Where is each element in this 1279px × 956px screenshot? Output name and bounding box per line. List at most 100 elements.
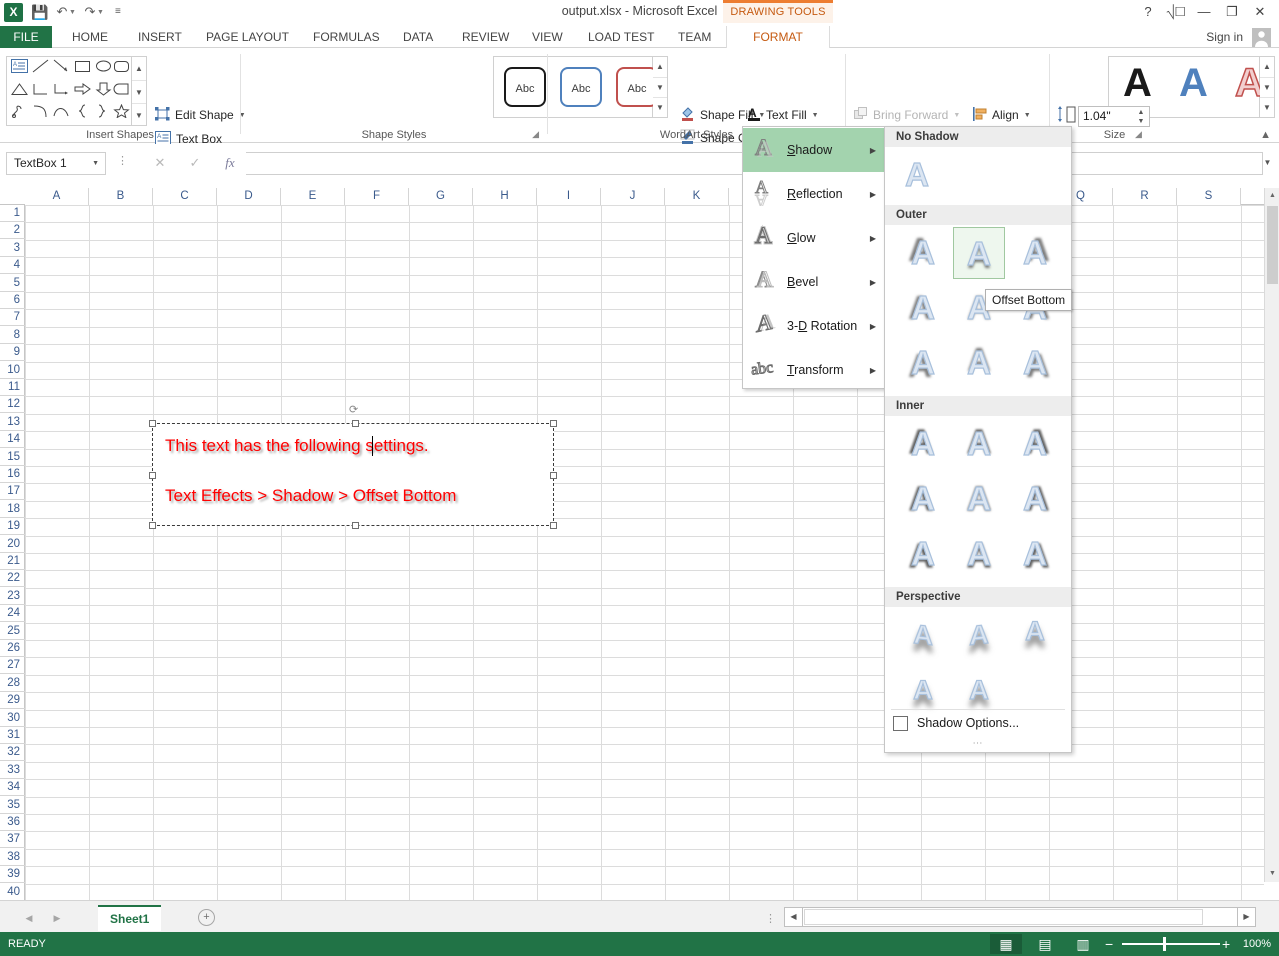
row-header-3[interactable]: 3 — [0, 240, 25, 257]
shape-right-arrow-icon[interactable] — [72, 82, 93, 104]
shape-left-brace-icon[interactable] — [72, 104, 93, 126]
shadow-preset-inner-6[interactable]: A — [1009, 473, 1061, 525]
text-fill-dropdown-icon[interactable]: ▼ — [812, 112, 819, 119]
row-header-16[interactable]: 16 — [0, 466, 25, 483]
tab-view[interactable]: VIEW — [522, 26, 573, 48]
vertical-scrollbar[interactable]: ▲ ▼ — [1264, 188, 1279, 882]
zoom-out-button[interactable]: − — [1105, 932, 1113, 956]
tab-format[interactable]: FORMAT — [726, 26, 830, 48]
column-header-S[interactable]: S — [1177, 188, 1241, 205]
minimize-icon[interactable]: — — [1191, 2, 1217, 22]
row-header-19[interactable]: 19 — [0, 518, 25, 536]
bring-forward-button[interactable]: Bring Forward ▼ — [851, 104, 963, 126]
row-header-35[interactable]: 35 — [0, 797, 25, 814]
zoom-slider-thumb[interactable] — [1163, 937, 1166, 951]
row-header-6[interactable]: 6 — [0, 292, 25, 309]
row-header-31[interactable]: 31 — [0, 727, 25, 744]
tab-file[interactable]: FILE — [0, 26, 52, 48]
shadow-preset-none[interactable]: A — [891, 149, 943, 201]
size-dialog-launcher[interactable]: ◢ — [1135, 129, 1142, 140]
row-header-15[interactable]: 15 — [0, 449, 25, 466]
horizontal-scrollbar[interactable]: ◀ ▶ — [784, 907, 1256, 927]
shapes-scroll-down-icon[interactable]: ▼ — [132, 80, 146, 103]
shapes-scroll-up-icon[interactable]: ▲ — [132, 57, 146, 80]
row-header-23[interactable]: 23 — [0, 588, 25, 605]
row-header-1[interactable]: 1 — [0, 205, 25, 222]
shadow-preset-perspective-2[interactable]: A — [953, 609, 1005, 661]
shadow-preset-outer-3[interactable]: A — [1009, 227, 1061, 279]
tab-review[interactable]: REVIEW — [452, 26, 519, 48]
shadow-preset-outer-2[interactable]: A — [953, 227, 1005, 279]
shape-styles-dialog-launcher[interactable]: ◢ — [532, 129, 539, 140]
shape-style-thumb-1[interactable]: Abc — [504, 67, 546, 107]
column-header-C[interactable]: C — [153, 188, 217, 205]
name-box[interactable]: TextBox 1 ▼ — [6, 152, 106, 175]
page-break-preview-icon[interactable]: ▥ — [1067, 934, 1099, 954]
row-header-39[interactable]: 39 — [0, 866, 25, 884]
shadow-preset-inner-7[interactable]: A — [897, 528, 949, 580]
worksheet-grid[interactable]: ABCDEFGHIJKLMNOPQRS 12345678910111213141… — [0, 188, 1279, 900]
menu-item-glow[interactable]: A A Glow ▶ — [743, 216, 885, 260]
align-button[interactable]: Align ▼ — [970, 104, 1034, 126]
row-header-9[interactable]: 9 — [0, 344, 25, 362]
name-box-dropdown-icon[interactable]: ▼ — [92, 153, 99, 174]
row-header-26[interactable]: 26 — [0, 640, 25, 657]
help-icon[interactable]: ? — [1135, 2, 1161, 22]
menu-item-reflection[interactable]: A A Reflection ▶ — [743, 172, 885, 216]
resize-handle-w[interactable] — [149, 472, 156, 479]
shape-rotate-handle[interactable]: ⟳ — [349, 403, 360, 416]
tab-data[interactable]: DATA — [393, 26, 443, 48]
shadow-preset-inner-3[interactable]: A — [1009, 418, 1061, 470]
cancel-formula-icon[interactable]: ✕ — [145, 152, 175, 175]
shadow-preset-outer-4[interactable]: A — [897, 282, 949, 334]
column-header-H[interactable]: H — [473, 188, 537, 205]
shadow-preset-perspective-1[interactable]: A — [897, 609, 949, 661]
resize-handle-e[interactable] — [550, 472, 557, 479]
shape-curve-icon[interactable] — [51, 104, 72, 126]
shadow-preset-outer-1[interactable]: A — [897, 227, 949, 279]
shape-height-stepper[interactable]: ▲ ▼ — [1135, 108, 1147, 126]
row-header-37[interactable]: 37 — [0, 831, 25, 849]
row-header-17[interactable]: 17 — [0, 483, 25, 501]
shape-textbox-icon[interactable]: A — [9, 59, 30, 81]
shape-height-input[interactable]: 1.04" ▲ ▼ — [1078, 106, 1150, 127]
bring-forward-dropdown-icon[interactable]: ▼ — [953, 112, 960, 119]
row-header-11[interactable]: 11 — [0, 379, 25, 396]
shadow-preset-inner-4[interactable]: A — [897, 473, 949, 525]
add-sheet-icon[interactable]: + — [198, 909, 215, 926]
column-header-B[interactable]: B — [89, 188, 153, 205]
shadow-preset-inner-1[interactable]: A — [897, 418, 949, 470]
horizontal-split-grip[interactable]: ⋮ — [765, 912, 776, 925]
resize-handle-se[interactable] — [550, 522, 557, 529]
zoom-slider-track[interactable] — [1122, 943, 1220, 945]
page-layout-view-icon[interactable]: ▤ — [1029, 934, 1061, 954]
row-header-12[interactable]: 12 — [0, 396, 25, 414]
shape-rectangle-icon[interactable] — [72, 59, 93, 81]
row-header-32[interactable]: 32 — [0, 744, 25, 762]
tab-home[interactable]: HOME — [62, 26, 118, 48]
row-header-8[interactable]: 8 — [0, 327, 25, 344]
enter-formula-icon[interactable]: ✓ — [180, 152, 210, 175]
row-header-21[interactable]: 21 — [0, 553, 25, 570]
menu-item-3-d-rotation[interactable]: A A 3-D Rotation ▶ — [743, 304, 885, 348]
tab-load-test[interactable]: LOAD TEST — [578, 26, 664, 48]
horizontal-scroll-thumb[interactable] — [804, 909, 1203, 925]
column-header-D[interactable]: D — [217, 188, 281, 205]
column-header-A[interactable]: A — [25, 188, 89, 205]
resize-handle-sw[interactable] — [149, 522, 156, 529]
shapes-gallery-scroll[interactable]: ▲ ▼ ▼ — [132, 56, 147, 126]
row-header-40[interactable]: 40 — [0, 884, 25, 900]
shadow-preset-inner-9[interactable]: A — [1009, 528, 1061, 580]
close-icon[interactable]: ✕ — [1247, 2, 1273, 22]
row-header-7[interactable]: 7 — [0, 309, 25, 327]
column-header-K[interactable]: K — [665, 188, 729, 205]
row-header-25[interactable]: 25 — [0, 623, 25, 640]
column-header-R[interactable]: R — [1113, 188, 1177, 205]
shape-scribble-icon[interactable] — [9, 104, 30, 126]
shadow-options-checkbox-icon[interactable] — [893, 715, 908, 731]
shape-star-icon[interactable] — [111, 103, 132, 126]
tab-formulas[interactable]: FORMULAS — [303, 26, 390, 48]
sign-in-link[interactable]: Sign in — [1206, 26, 1243, 48]
resize-handle-nw[interactable] — [149, 420, 156, 427]
normal-view-icon[interactable]: ▦ — [990, 934, 1022, 954]
